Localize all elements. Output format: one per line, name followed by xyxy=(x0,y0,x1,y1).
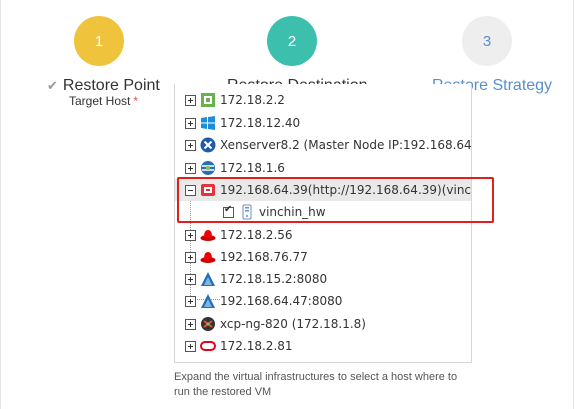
check-icon: ✔ xyxy=(47,78,58,93)
windows-icon xyxy=(200,115,216,131)
host-tree[interactable]: 172.18.2.2 172.18.12.40 Xenserver8.2 (Ma… xyxy=(174,84,472,363)
tree-node[interactable]: 172.18.2.56 xyxy=(175,224,293,246)
expand-icon[interactable] xyxy=(185,318,196,330)
tree-node[interactable]: 172.18.2.81 xyxy=(175,335,293,357)
expand-icon[interactable] xyxy=(185,295,196,307)
tree-node-label: 192.168.76.77 xyxy=(220,250,308,264)
tree-node-label: Xenserver8.2 (Master Node IP:192.168.64.… xyxy=(220,138,472,152)
tree-node-label: 172.18.1.6 xyxy=(220,161,285,175)
green-platform-icon xyxy=(200,92,216,108)
tree-child-node[interactable]: vinchin_hw xyxy=(175,202,326,222)
tree-node[interactable]: 192.168.76.77 xyxy=(175,246,308,268)
step-1-number: 1 xyxy=(94,32,104,50)
tree-node[interactable]: 172.18.15.2:8080 xyxy=(175,268,327,290)
step-1-label[interactable]: ✔ Restore Point xyxy=(47,77,160,95)
huawei-fusion-icon xyxy=(200,182,216,198)
expand-icon[interactable] xyxy=(185,251,196,263)
tree-node-label: 172.18.2.56 xyxy=(220,228,293,242)
target-host-label: Target Host * xyxy=(69,94,139,108)
tree-node[interactable]: 172.18.2.2 xyxy=(175,89,285,111)
tree-node[interactable]: Xenserver8.2 (Master Node IP:192.168.64.… xyxy=(175,134,472,156)
tree-node-label: xcp-ng-820 (172.18.1.8) xyxy=(220,317,366,331)
tree-node[interactable]: 172.18.1.6 xyxy=(175,157,285,179)
expand-icon[interactable] xyxy=(185,117,196,129)
step-3-number: 3 xyxy=(482,32,492,50)
expand-icon[interactable] xyxy=(185,273,196,285)
step-2-number: 2 xyxy=(287,32,297,50)
tree-node-label: 172.18.2.81 xyxy=(220,339,293,353)
required-marker: * xyxy=(133,94,139,108)
oracle-icon xyxy=(200,338,216,354)
tree-node-label: vinchin_hw xyxy=(259,205,326,219)
tree-node-label: 192.168.64.39(http://192.168.64.39)(vinc… xyxy=(220,183,472,197)
redhat-icon xyxy=(200,249,216,265)
proxmox-icon xyxy=(200,293,216,309)
tree-node[interactable]: 172.18.12.40 xyxy=(175,112,300,134)
proxmox-icon xyxy=(200,271,216,287)
tree-node[interactable]: xcp-ng-820 (172.18.1.8) xyxy=(175,313,366,335)
redhat-icon xyxy=(200,227,216,243)
tree-node[interactable]: 192.168.64.47:8080 xyxy=(175,290,342,312)
expand-icon[interactable] xyxy=(185,139,196,151)
xenserver-icon xyxy=(200,137,216,153)
oracle-vm-icon xyxy=(200,160,216,176)
expand-icon[interactable] xyxy=(185,94,196,106)
tree-node-label: 172.18.2.2 xyxy=(220,93,285,107)
help-text: Expand the virtual infrastructures to se… xyxy=(174,371,458,398)
host-icon xyxy=(239,204,255,220)
expand-icon[interactable] xyxy=(185,340,196,352)
tree-node-selected[interactable]: 192.168.64.39(http://192.168.64.39)(vinc… xyxy=(175,179,472,201)
collapse-icon[interactable] xyxy=(185,184,196,196)
tree-node-label: 172.18.12.40 xyxy=(220,116,301,130)
expand-icon[interactable] xyxy=(185,229,196,241)
xcp-ng-icon xyxy=(200,316,216,332)
host-checkbox[interactable] xyxy=(223,204,234,218)
tree-node-label: 192.168.64.47:8080 xyxy=(220,294,343,308)
expand-icon[interactable] xyxy=(185,162,196,174)
step-3-circle[interactable]: 3 xyxy=(462,16,512,66)
tree-node-label: 172.18.15.2:8080 xyxy=(220,272,328,286)
step-2-circle[interactable]: 2 xyxy=(267,16,317,66)
step-1-circle[interactable]: 1 xyxy=(74,16,124,66)
